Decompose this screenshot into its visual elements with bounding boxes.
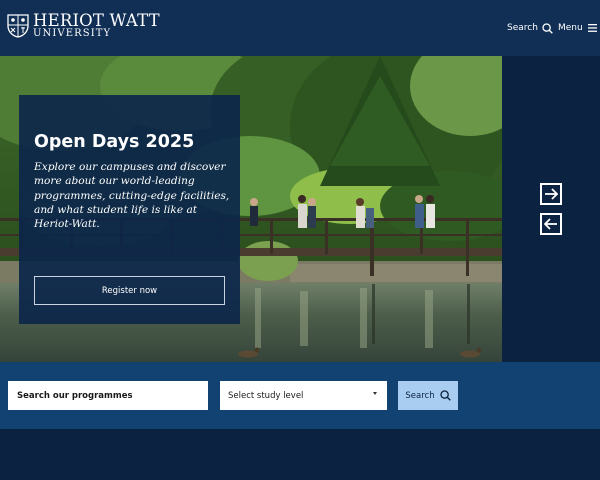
carousel-side-panel bbox=[502, 56, 600, 362]
hero-title: Open Days 2025 bbox=[34, 132, 195, 152]
hamburger-icon bbox=[587, 24, 597, 32]
programme-search-button[interactable]: Search bbox=[398, 381, 458, 410]
arrow-right-icon bbox=[545, 188, 559, 200]
header-menu-label: Menu bbox=[558, 23, 583, 33]
programme-search-input[interactable]: Search our programmes bbox=[8, 381, 208, 410]
university-logo[interactable]: HERIOT WATT UNIVERSITY bbox=[7, 12, 167, 42]
crest-icon bbox=[7, 14, 29, 38]
hero-description: Explore our campuses and discover more a… bbox=[34, 161, 230, 231]
header-search-label: Search bbox=[507, 23, 538, 33]
study-level-value: Select study level bbox=[228, 390, 304, 401]
logo-subtitle: UNIVERSITY bbox=[33, 28, 112, 39]
caret-down-icon bbox=[373, 392, 377, 395]
carousel-next-button[interactable] bbox=[540, 183, 562, 205]
site-header: HERIOT WATT UNIVERSITY Search Menu bbox=[0, 0, 600, 56]
register-now-button[interactable]: Register now bbox=[34, 276, 225, 305]
header-menu-button[interactable]: Menu bbox=[558, 20, 597, 36]
search-icon bbox=[542, 22, 553, 34]
header-search-button[interactable]: Search bbox=[507, 20, 553, 36]
hero-card: Open Days 2025 Explore our campuses and … bbox=[19, 95, 240, 324]
arrow-left-icon bbox=[543, 218, 557, 230]
study-level-select[interactable]: Select study level bbox=[220, 381, 387, 410]
programme-search-button-label: Search bbox=[405, 390, 435, 401]
search-icon bbox=[439, 390, 451, 401]
page-content-area bbox=[0, 429, 600, 480]
carousel-prev-button[interactable] bbox=[540, 213, 562, 235]
